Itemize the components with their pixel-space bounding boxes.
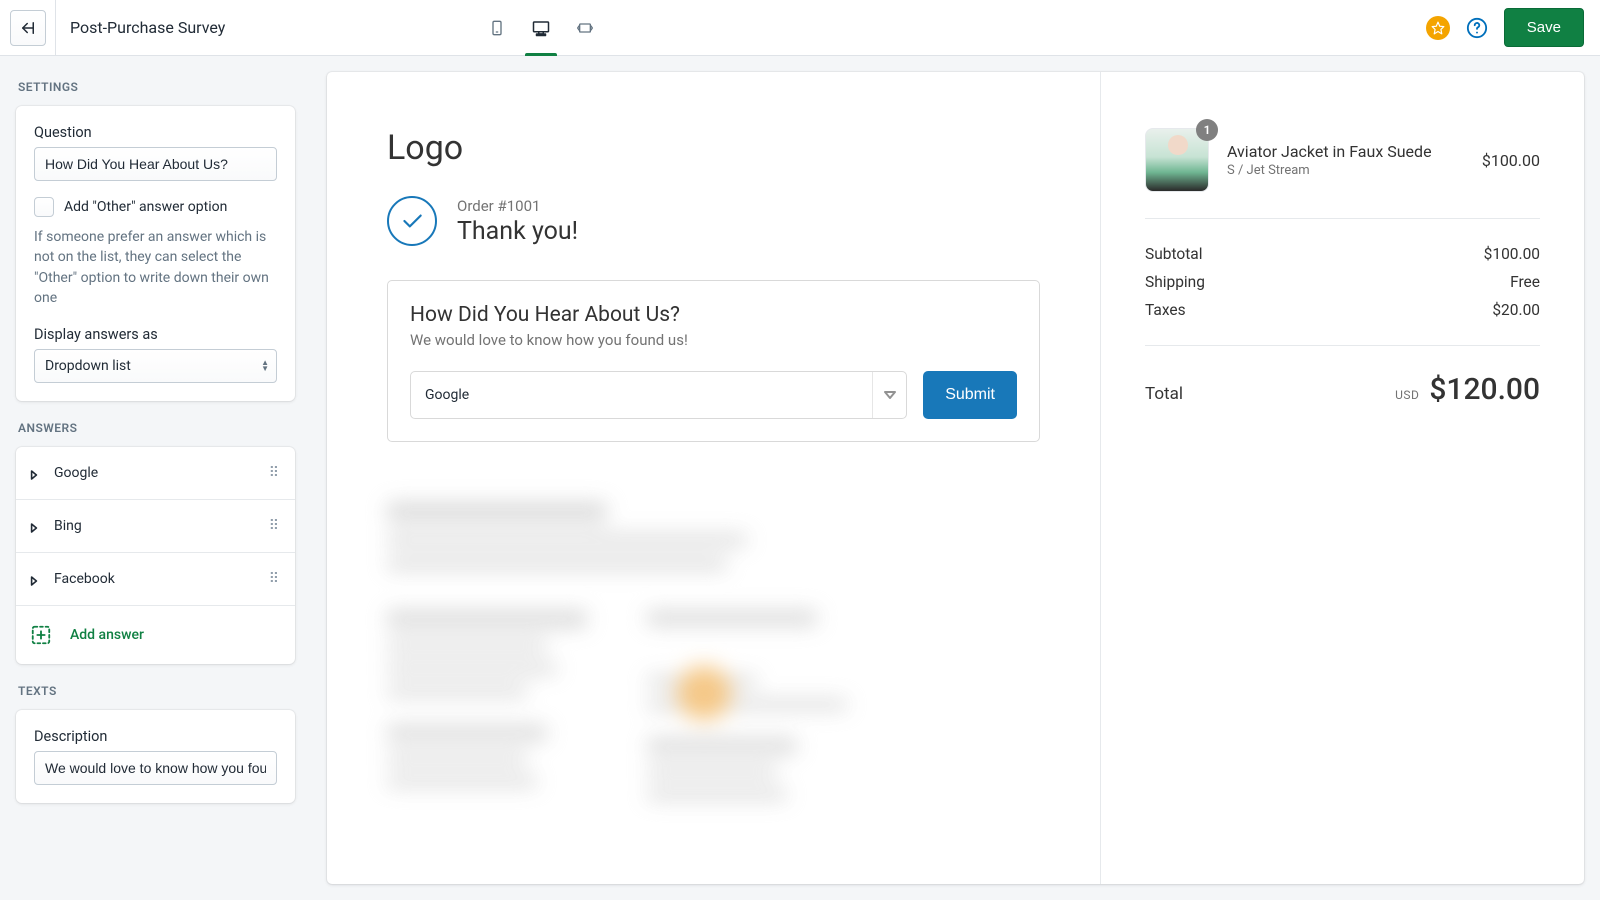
device-switcher	[485, 13, 597, 43]
shipping-row: Shipping Free	[1145, 273, 1540, 291]
description-input[interactable]	[34, 751, 277, 785]
caret-down-icon	[872, 372, 906, 418]
preview-area: Logo Order #1001 Thank you! How Did You …	[311, 56, 1600, 900]
upgrade-star-button[interactable]	[1426, 16, 1450, 40]
survey-submit-button[interactable]: Submit	[923, 371, 1017, 419]
divider	[1145, 218, 1540, 219]
section-label-texts: TEXTS	[18, 684, 295, 698]
mobile-icon	[489, 17, 505, 39]
order-meta: Order #1001 Thank you!	[457, 197, 578, 246]
section-label-settings: SETTINGS	[18, 80, 295, 94]
drag-handle-icon[interactable]: ⠿	[269, 571, 281, 587]
star-icon	[1431, 21, 1445, 35]
divider	[1145, 345, 1540, 346]
drag-handle-icon[interactable]: ⠿	[269, 465, 281, 481]
subtotal-value: $100.00	[1484, 245, 1540, 263]
other-checkbox-row[interactable]: Add "Other" answer option	[34, 197, 277, 217]
shipping-value: Free	[1510, 273, 1540, 291]
question-input[interactable]	[34, 147, 277, 181]
section-label-answers: ANSWERS	[18, 421, 295, 435]
help-button[interactable]	[1466, 17, 1488, 39]
display-as-select-wrap[interactable]: Dropdown list ▲▼	[34, 349, 277, 383]
texts-card: Description	[16, 710, 295, 803]
question-label: Question	[34, 124, 277, 141]
add-section-icon	[30, 624, 52, 646]
cart-item-info: Aviator Jacket in Faux Suede S / Jet Str…	[1227, 142, 1432, 178]
order-number: Order #1001	[457, 197, 578, 215]
thank-you-text: Thank you!	[457, 217, 578, 246]
other-checkbox[interactable]	[34, 197, 54, 217]
answer-label: Google	[54, 465, 98, 481]
total-row: Total USD $120.00	[1145, 372, 1540, 407]
taxes-label: Taxes	[1145, 301, 1186, 319]
add-answer-label: Add answer	[70, 627, 144, 643]
workspace: SETTINGS Question Add "Other" answer opt…	[0, 56, 1600, 900]
survey-question: How Did You Hear About Us?	[410, 303, 1017, 327]
product-variant: S / Jet Stream	[1227, 163, 1432, 178]
other-help-text: If someone prefer an answer which is not…	[34, 227, 277, 308]
total-amount: $120.00	[1429, 372, 1540, 407]
chevron-right-icon	[30, 574, 40, 584]
add-answer-button[interactable]: Add answer	[16, 606, 295, 664]
answer-label: Bing	[54, 518, 82, 534]
survey-controls: Google Submit	[410, 371, 1017, 419]
display-as-label: Display answers as	[34, 326, 277, 343]
description-label: Description	[34, 728, 277, 745]
other-checkbox-label: Add "Other" answer option	[64, 199, 227, 215]
check-circle-icon	[387, 196, 437, 246]
taxes-row: Taxes $20.00	[1145, 301, 1540, 319]
display-as-select[interactable]: Dropdown list	[34, 349, 277, 383]
subtotal-label: Subtotal	[1145, 245, 1202, 263]
device-desktop-button[interactable]	[529, 13, 553, 43]
answer-row[interactable]: Facebook ⠿	[16, 553, 295, 606]
answer-row[interactable]: Bing ⠿	[16, 500, 295, 553]
order-summary: 1 Aviator Jacket in Faux Suede S / Jet S…	[1100, 72, 1584, 884]
survey-answer-select[interactable]: Google	[410, 371, 907, 419]
shipping-label: Shipping	[1145, 273, 1205, 291]
survey-description: We would love to know how you found us!	[410, 331, 1017, 349]
device-mobile-button[interactable]	[485, 13, 509, 43]
settings-sidebar: SETTINGS Question Add "Other" answer opt…	[0, 56, 311, 900]
back-area	[0, 0, 56, 56]
back-icon	[19, 19, 37, 37]
help-icon	[1466, 17, 1488, 39]
order-confirmation: Order #1001 Thank you!	[387, 196, 1040, 246]
quantity-badge: 1	[1196, 119, 1218, 141]
answer-label: Facebook	[54, 571, 115, 587]
answer-row[interactable]: Google ⠿	[16, 447, 295, 500]
total-label: Total	[1145, 384, 1183, 404]
total-value-wrap: USD $120.00	[1395, 372, 1540, 407]
save-button[interactable]: Save	[1504, 8, 1584, 47]
store-logo-text: Logo	[387, 128, 1040, 168]
subtotal-row: Subtotal $100.00	[1145, 245, 1540, 263]
answers-card: Google ⠿ Bing ⠿ Facebook ⠿	[16, 447, 295, 664]
drag-handle-icon[interactable]: ⠿	[269, 518, 281, 534]
product-thumbnail: 1	[1145, 128, 1209, 192]
chevron-right-icon	[30, 468, 40, 478]
fullwidth-icon	[575, 20, 595, 36]
taxes-value: $20.00	[1492, 301, 1540, 319]
back-button[interactable]	[10, 10, 46, 46]
page-title: Post-Purchase Survey	[70, 18, 225, 37]
chevron-right-icon	[30, 521, 40, 531]
preview-main: Logo Order #1001 Thank you! How Did You …	[327, 72, 1100, 884]
blurred-order-details	[387, 502, 1040, 884]
top-bar: Post-Purchase Survey	[0, 0, 1600, 56]
settings-card: Question Add "Other" answer option If so…	[16, 106, 295, 401]
top-right-actions: Save	[1426, 8, 1584, 47]
survey-card: How Did You Hear About Us? We would love…	[387, 280, 1040, 442]
product-price: $100.00	[1482, 151, 1540, 170]
cart-item: 1 Aviator Jacket in Faux Suede S / Jet S…	[1145, 128, 1540, 192]
currency-code: USD	[1395, 388, 1419, 402]
product-name: Aviator Jacket in Faux Suede	[1227, 142, 1432, 161]
preview-frame: Logo Order #1001 Thank you! How Did You …	[327, 72, 1584, 884]
device-full-button[interactable]	[573, 13, 597, 43]
desktop-icon	[530, 19, 552, 37]
survey-selected-value: Google	[425, 387, 469, 403]
